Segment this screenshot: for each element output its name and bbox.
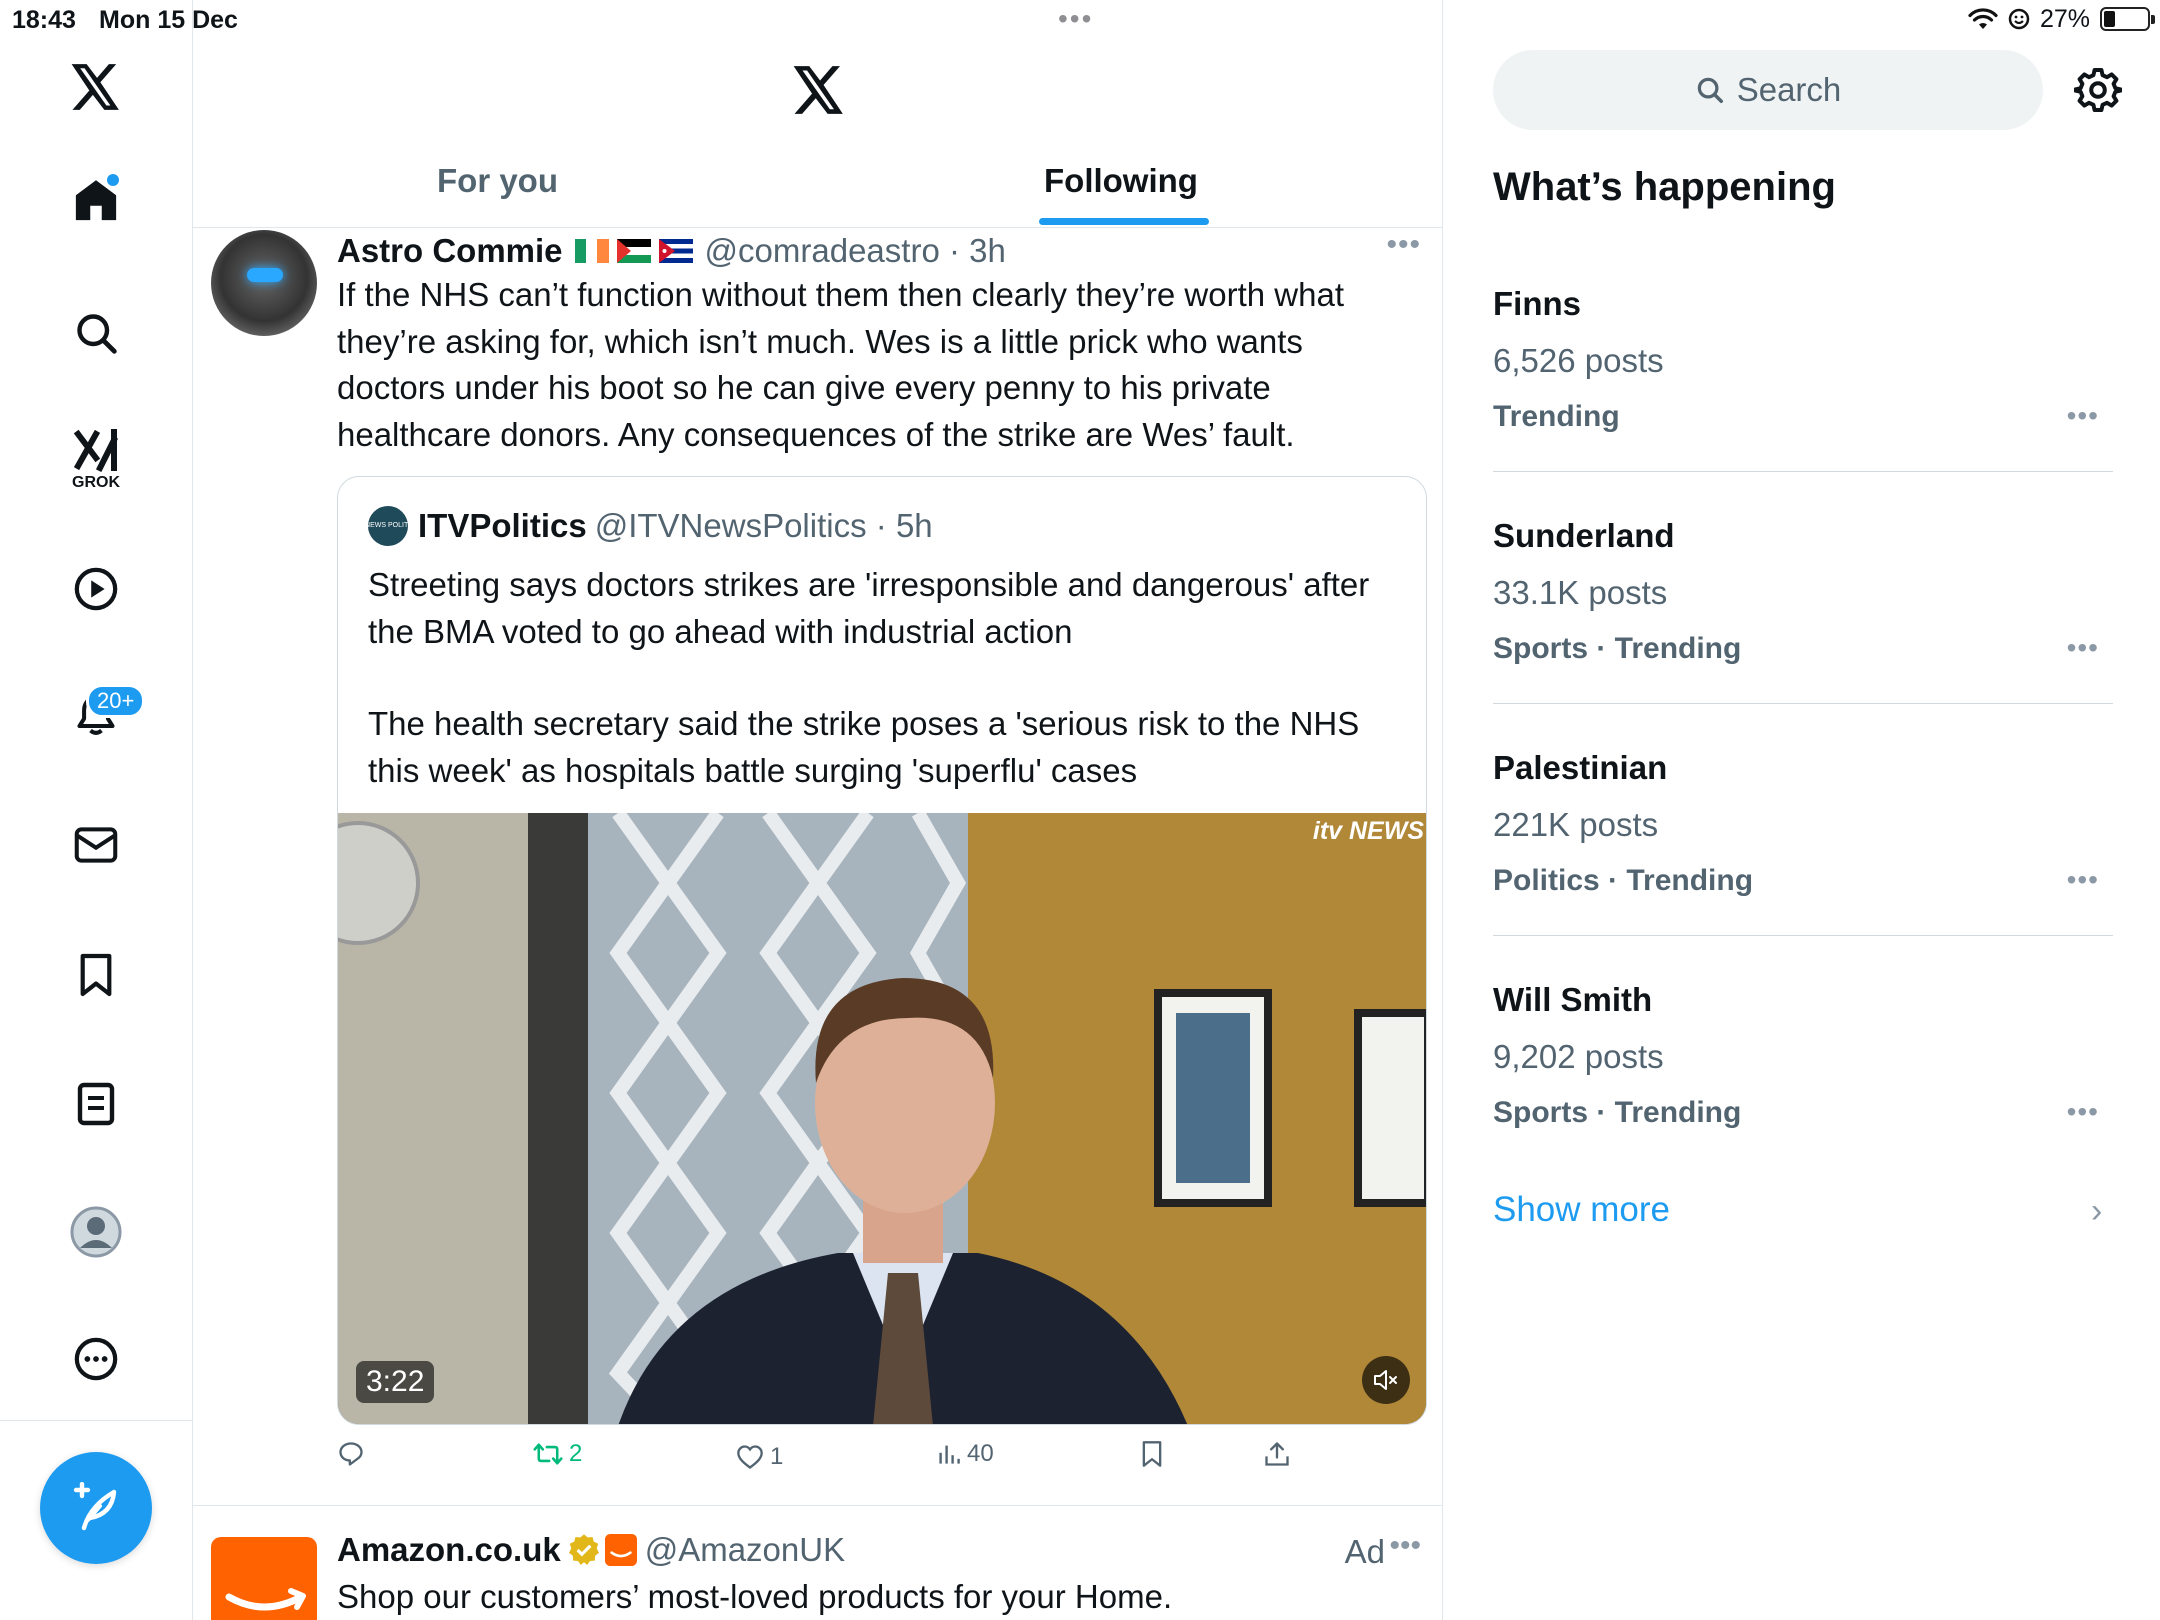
whats-happening-title: What’s happening xyxy=(1493,165,1836,209)
trend-name: Palestinian xyxy=(1493,749,1668,786)
ad-author-name[interactable]: Amazon.co.uk xyxy=(337,1531,561,1569)
search-icon xyxy=(1697,77,1723,103)
speaker-muted-icon xyxy=(1374,1370,1397,1390)
home-unread-dot xyxy=(107,174,119,186)
bookmarks-icon[interactable] xyxy=(77,952,115,998)
mute-button[interactable] xyxy=(1362,1356,1410,1404)
tweet-more-icon[interactable]: ••• xyxy=(1386,228,1421,262)
trend-more-icon[interactable]: ••• xyxy=(2067,400,2099,432)
ad-label: Ad xyxy=(1344,1533,1385,1570)
heart-icon xyxy=(737,1445,763,1469)
trend-post-count: 9,202 posts xyxy=(1493,1038,1664,1075)
quoted-author-avatar: itv NEWS POLITICS xyxy=(356,506,420,546)
active-tab-indicator xyxy=(1039,218,1209,225)
trend-name: Finns xyxy=(1493,285,1581,322)
search-icon[interactable] xyxy=(74,311,118,355)
tweet-text: If the NHS can’t function without them t… xyxy=(337,276,1344,453)
video-play-icon[interactable] xyxy=(73,566,119,612)
reply-icon xyxy=(339,1442,363,1466)
tweet-header: Astro Commie @comradeastro · 3h xyxy=(337,228,1006,274)
tweet-author-name[interactable]: Astro Commie xyxy=(337,232,563,270)
cuba-flag-icon xyxy=(658,239,693,263)
tweet-actions: 2 1 40 xyxy=(337,1434,1427,1474)
tweet-author-handle: @comradeastro · 3h xyxy=(704,232,1006,269)
quoted-tweet-header: itv NEWS POLITICS ITVPolitics @ITVNewsPo… xyxy=(356,503,933,549)
more-options-icon[interactable] xyxy=(73,1336,119,1382)
views-chart-icon xyxy=(939,1445,960,1464)
trend-name: Sunderland xyxy=(1493,517,1675,554)
profile-avatar-icon[interactable] xyxy=(70,1206,122,1258)
amazon-affiliate-icon xyxy=(604,1534,637,1566)
tweet[interactable]: Astro Commie @comradeastro · 3h ••• If t… xyxy=(193,228,1443,1506)
retweet-icon xyxy=(533,1443,563,1465)
grok-icon[interactable]: GROK xyxy=(72,428,120,492)
video-duration: 3:22 xyxy=(356,1361,435,1403)
quoted-tweet-text: Streeting says doctors strikes are 'irre… xyxy=(368,562,1408,840)
video-player[interactable]: itv NEWS 3:22 xyxy=(338,813,1426,1424)
bookmark-button[interactable] xyxy=(1141,1434,1163,1474)
trend-category: Politics · Trending xyxy=(1493,864,1754,897)
quoted-author-handle: @ITVNewsPolitics · 5h xyxy=(594,507,933,544)
verified-badge-icon xyxy=(568,1534,599,1566)
palestine-flag-icon xyxy=(616,239,651,263)
header-x-logo-icon xyxy=(793,66,845,119)
trend-category: Sports · Trending xyxy=(1493,1096,1742,1129)
like-button[interactable]: 1 xyxy=(736,1437,783,1477)
share-icon xyxy=(1265,1442,1289,1466)
chevron-right-icon[interactable]: › xyxy=(2091,1192,2102,1231)
main-timeline: For you Following Astro Commie @comradea… xyxy=(193,0,1443,1620)
trend-name: Will Smith xyxy=(1493,981,1653,1018)
trend-more-icon[interactable]: ••• xyxy=(2067,864,2099,896)
amazon-logo[interactable] xyxy=(211,1537,317,1620)
quoted-paragraph: Streeting says doctors strikes are 'irre… xyxy=(368,566,1370,650)
ireland-flag-icon xyxy=(574,239,609,263)
tweet-author-avatar[interactable] xyxy=(211,230,317,336)
nav-divider xyxy=(0,1420,193,1421)
trend-category: Sports · Trending xyxy=(1493,632,1742,665)
quoted-paragraph: The health secretary said the strike pos… xyxy=(368,705,1360,789)
trend-category: Trending xyxy=(1493,400,1620,433)
ad-more-icon[interactable]: ••• xyxy=(1389,1529,1421,1563)
quoted-author-name: ITVPolitics xyxy=(418,507,587,544)
trend-more-icon[interactable]: ••• xyxy=(2067,632,2099,664)
trend-post-count: 221K posts xyxy=(1493,806,1659,843)
trend-post-count: 33.1K posts xyxy=(1493,574,1668,611)
share-button[interactable] xyxy=(1263,1434,1291,1474)
reply-button[interactable] xyxy=(337,1434,371,1474)
retweet-button[interactable]: 2 xyxy=(533,1434,582,1474)
trend-more-icon[interactable]: ••• xyxy=(2067,1096,2099,1128)
trend-item[interactable]: Sunderland 33.1K posts Sports · Trending… xyxy=(1493,472,2113,704)
right-sidebar: Search What’s happening Finns 6,526 post… xyxy=(1443,0,2160,1620)
timeline-tabs: For you Following xyxy=(193,150,1443,228)
trend-item[interactable]: Will Smith 9,202 posts Sports · Trending… xyxy=(1493,936,2113,1168)
notifications-badge: 20+ xyxy=(86,684,146,718)
bookmark-icon xyxy=(1142,1441,1162,1467)
trend-item[interactable]: Finns 6,526 posts Trending ••• xyxy=(1493,240,2113,472)
video-watermark: itv NEWS xyxy=(1312,817,1424,845)
ad-text: Shop our customers’ most-loved products … xyxy=(337,1578,1173,1615)
views-button[interactable]: 40 xyxy=(937,1434,994,1474)
left-navigation: GROK 20+ xyxy=(0,0,193,1620)
compose-post-button[interactable] xyxy=(40,1452,152,1564)
ad-author-handle: @AmazonUK xyxy=(644,1531,846,1568)
tab-for-you[interactable]: For you xyxy=(437,162,558,228)
search-input[interactable]: Search xyxy=(1493,50,2043,130)
settings-gear-icon[interactable] xyxy=(2073,66,2123,114)
trend-item[interactable]: Palestinian 221K posts Politics · Trendi… xyxy=(1493,704,2113,936)
show-more-link[interactable]: Show more xyxy=(1493,1190,1670,1230)
trend-post-count: 6,526 posts xyxy=(1493,342,1664,379)
messages-envelope-icon[interactable] xyxy=(74,825,118,865)
lists-icon[interactable] xyxy=(76,1082,116,1126)
profile-flags xyxy=(574,239,693,263)
x-logo-icon[interactable] xyxy=(71,64,121,110)
promoted-tweet[interactable]: Amazon.co.uk @AmazonUK Ad ••• Shop our c… xyxy=(193,1507,1443,1620)
video-thumbnail xyxy=(338,813,1426,1424)
grok-label: GROK xyxy=(72,474,120,491)
ad-header: Amazon.co.uk @AmazonUK xyxy=(337,1527,845,1573)
search-placeholder: Search xyxy=(1736,71,1842,108)
quoted-tweet[interactable]: itv NEWS POLITICS ITVPolitics @ITVNewsPo… xyxy=(337,476,1427,1425)
compose-feather-icon xyxy=(73,1482,117,1531)
